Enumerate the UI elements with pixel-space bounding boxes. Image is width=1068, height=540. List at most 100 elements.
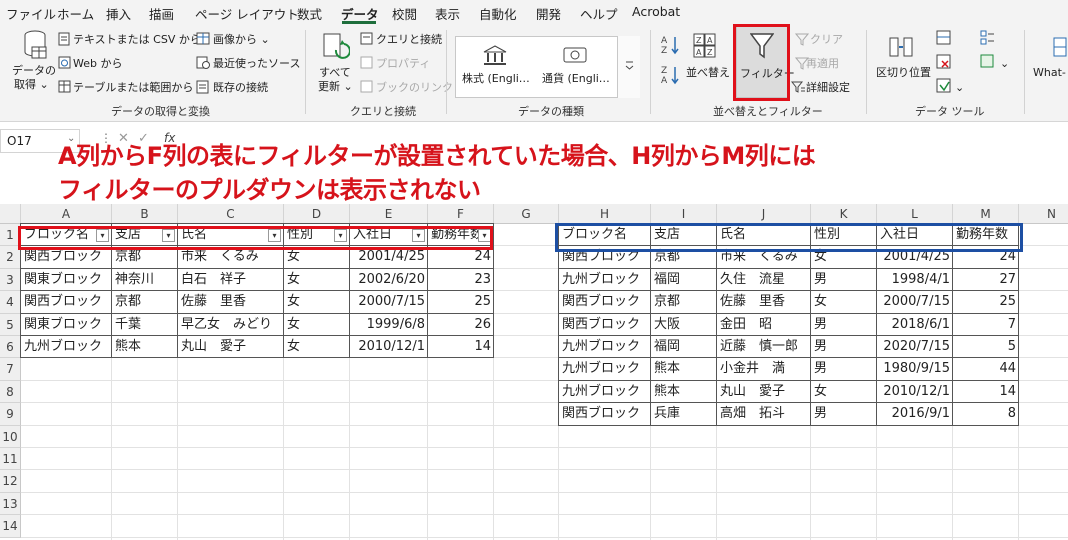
menu-page-layout[interactable]: ページ レイアウト xyxy=(195,4,299,23)
right_table-cell[interactable]: 丸山 愛子 xyxy=(717,381,811,403)
column-header-J[interactable]: J xyxy=(717,204,811,224)
refresh-all-button-line2[interactable]: 更新 ⌄ xyxy=(318,80,353,93)
column-header-I[interactable]: I xyxy=(651,204,717,224)
left_table-cell[interactable]: 23 xyxy=(428,269,494,291)
menu-insert[interactable]: 挿入 xyxy=(106,4,131,23)
existing-connections-button[interactable]: 既存の接続 xyxy=(213,81,268,94)
right_table-cell[interactable]: 近藤 慎一郎 xyxy=(717,336,811,358)
left_table-cell[interactable]: 2002/6/20 xyxy=(350,269,428,291)
column-header-H[interactable]: H xyxy=(559,204,651,224)
right_table-cell[interactable]: 男 xyxy=(811,336,877,358)
right_table-cell[interactable]: 京都 xyxy=(651,291,717,313)
right_table-cell[interactable]: 27 xyxy=(953,269,1019,291)
recent-sources-button[interactable]: 最近使ったソース xyxy=(213,57,300,70)
left_table-cell[interactable]: 1999/6/8 xyxy=(350,314,428,336)
right_table-cell[interactable]: 25 xyxy=(953,291,1019,313)
right_table-cell[interactable]: 関西ブロック xyxy=(559,314,651,336)
row-header-12[interactable]: 12 xyxy=(0,470,21,493)
menu-home[interactable]: ホーム xyxy=(57,4,94,23)
column-header-M[interactable]: M xyxy=(953,204,1019,224)
menu-formulas[interactable]: 数式 xyxy=(297,4,322,23)
menu-developer[interactable]: 開発 xyxy=(536,4,561,23)
right_table-cell[interactable]: 九州ブロック xyxy=(559,381,651,403)
left_table-cell[interactable]: 佐藤 里香 xyxy=(178,291,284,313)
right_table-cell[interactable]: 44 xyxy=(953,358,1019,380)
row-header-7[interactable]: 7 xyxy=(0,358,21,381)
row-header-11[interactable]: 11 xyxy=(0,448,21,471)
right_table-cell[interactable]: 男 xyxy=(811,403,877,425)
data-validation-dropdown[interactable]: ⌄ xyxy=(955,81,964,94)
gallery-expand-button[interactable] xyxy=(617,36,640,98)
right_table-cell[interactable]: 佐藤 里香 xyxy=(717,291,811,313)
left_table-cell[interactable]: 白石 祥子 xyxy=(178,269,284,291)
left_table-cell[interactable]: 女 xyxy=(284,314,350,336)
left_table-cell[interactable]: 女 xyxy=(284,269,350,291)
row-header-10[interactable]: 10 xyxy=(0,425,21,448)
select-all-corner[interactable] xyxy=(0,204,21,224)
column-header-B[interactable]: B xyxy=(112,204,178,224)
row-header-13[interactable]: 13 xyxy=(0,492,21,516)
menu-review[interactable]: 校閲 xyxy=(392,4,417,23)
right_table-cell[interactable]: 女 xyxy=(811,291,877,313)
right_table-cell[interactable]: 2020/7/15 xyxy=(877,336,953,358)
column-header-N[interactable]: N xyxy=(1019,204,1068,224)
clear-filter-button[interactable]: クリア xyxy=(810,33,843,46)
sort-button[interactable]: 並べ替え xyxy=(686,66,730,79)
menu-file[interactable]: ファイル xyxy=(6,4,56,23)
menu-view[interactable]: 表示 xyxy=(435,4,460,23)
column-header-C[interactable]: C xyxy=(178,204,284,224)
right_table-cell[interactable]: 5 xyxy=(953,336,1019,358)
column-header-K[interactable]: K xyxy=(811,204,877,224)
from-web-button[interactable]: Web から xyxy=(73,57,122,70)
reapply-button[interactable]: 再適用 xyxy=(806,57,839,70)
right_table-cell[interactable]: 7 xyxy=(953,314,1019,336)
right_table-cell[interactable]: 男 xyxy=(811,358,877,380)
row-header-5[interactable]: 5 xyxy=(0,313,21,336)
left_table-cell[interactable]: 関西ブロック xyxy=(21,291,112,313)
right_table-cell[interactable]: 男 xyxy=(811,314,877,336)
from-picture-button[interactable]: 画像から ⌄ xyxy=(213,33,270,46)
right_table-cell[interactable]: 2010/12/1 xyxy=(877,381,953,403)
text-to-columns-button[interactable]: 区切り位置 xyxy=(876,66,931,79)
right_table-cell[interactable]: 兵庫 xyxy=(651,403,717,425)
currencies-data-type-button[interactable]: 通貨 (Engli… xyxy=(542,72,610,85)
right_table-cell[interactable]: 大阪 xyxy=(651,314,717,336)
left_table-cell[interactable]: 九州ブロック xyxy=(21,336,112,358)
left_table-cell[interactable]: 女 xyxy=(284,336,350,358)
worksheet-grid[interactable]: A B C D E F G H I J K L M N 1 2 3 4 5 6 7 8 9 10 11 12 13 14 ブロック名 ▾ 支… xyxy=(0,204,1068,540)
left_table-cell[interactable]: 千葉 xyxy=(112,314,178,336)
left_table-cell[interactable]: 25 xyxy=(428,291,494,313)
left_table-cell[interactable]: 26 xyxy=(428,314,494,336)
from-table-button[interactable]: テーブルまたは範囲から xyxy=(73,81,193,94)
left_table-cell[interactable]: 早乙女 みどり xyxy=(178,314,284,336)
get-data-button[interactable]: データの xyxy=(12,64,56,77)
properties-button[interactable]: プロパティ xyxy=(376,57,430,70)
right_table-cell[interactable]: 九州ブロック xyxy=(559,336,651,358)
column-header-F[interactable]: F xyxy=(428,204,494,224)
relationships-dropdown[interactable]: ⌄ xyxy=(1000,57,1009,70)
right_table-cell[interactable]: 関西ブロック xyxy=(559,403,651,425)
column-header-E[interactable]: E xyxy=(350,204,428,224)
right_table-cell[interactable]: 2000/7/15 xyxy=(877,291,953,313)
right_table-cell[interactable]: 8 xyxy=(953,403,1019,425)
queries-connections-button[interactable]: クエリと接続 xyxy=(376,33,442,46)
edit-links-button[interactable]: ブックのリンク xyxy=(376,81,453,94)
left_table-cell[interactable]: 2010/12/1 xyxy=(350,336,428,358)
left_table-cell[interactable]: 2000/7/15 xyxy=(350,291,428,313)
right_table-cell[interactable]: 1998/4/1 xyxy=(877,269,953,291)
right_table-cell[interactable]: 男 xyxy=(811,269,877,291)
right_table-cell[interactable]: 九州ブロック xyxy=(559,358,651,380)
right_table-cell[interactable]: 2016/9/1 xyxy=(877,403,953,425)
right_table-cell[interactable]: 九州ブロック xyxy=(559,269,651,291)
menu-draw[interactable]: 描画 xyxy=(149,4,174,23)
right_table-cell[interactable]: 福岡 xyxy=(651,336,717,358)
column-header-D[interactable]: D xyxy=(284,204,350,224)
left_table-cell[interactable]: 神奈川 xyxy=(112,269,178,291)
left_table-cell[interactable]: 関東ブロック xyxy=(21,269,112,291)
right_table-cell[interactable]: 金田 昭 xyxy=(717,314,811,336)
menu-acrobat[interactable]: Acrobat xyxy=(632,4,680,19)
right_table-cell[interactable]: 14 xyxy=(953,381,1019,403)
right_table-cell[interactable]: 1980/9/15 xyxy=(877,358,953,380)
what-if-button[interactable]: What- xyxy=(1033,66,1066,79)
row-header-8[interactable]: 8 xyxy=(0,380,21,404)
